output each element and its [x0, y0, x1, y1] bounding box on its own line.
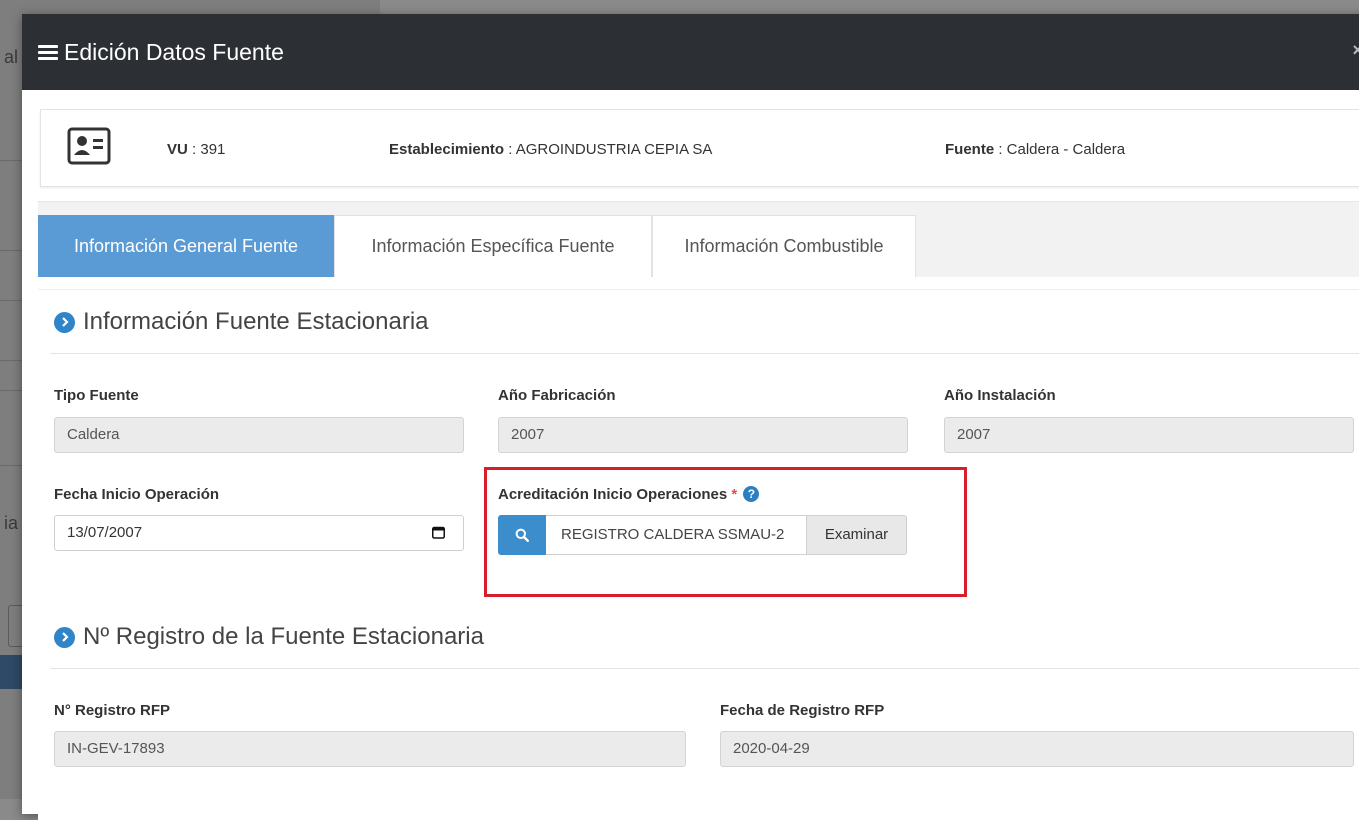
section-title-text: Información Fuente Estacionaria [83, 308, 429, 335]
fuente-info: Fuente : Caldera - Caldera [945, 141, 1125, 158]
background-blue-block [0, 655, 22, 689]
fuente-label: Fuente [945, 141, 995, 158]
background-divider [0, 465, 22, 466]
source-info-card: VU : 391 Establecimiento : AGROINDUSTRIA… [40, 109, 1359, 187]
section-title-fuente-estacionaria: Información Fuente Estacionaria [54, 308, 429, 336]
registro-rfp-field: IN-GEV-17893 [54, 731, 686, 767]
vu-label: VU [167, 141, 188, 158]
section-title-text: Nº Registro de la Fuente Estacionaria [83, 623, 484, 650]
background-divider [0, 160, 22, 161]
tab-informacion-general[interactable]: Información General Fuente [38, 215, 334, 277]
background-divider [0, 300, 22, 301]
background-text-fragment: ia [4, 513, 19, 533]
tab-informacion-especifica[interactable]: Información Específica Fuente [334, 215, 652, 277]
background-divider [0, 390, 22, 391]
establecimiento-label: Establecimiento [389, 141, 505, 158]
fecha-inicio-value: 13/07/2007 [67, 524, 143, 541]
registro-rfp-label: N° Registro RFP [54, 702, 171, 719]
vu-info: VU : 391 [167, 141, 225, 158]
section-divider [50, 668, 1359, 669]
tipo-fuente-label: Tipo Fuente [54, 387, 139, 404]
tipo-fuente-field: Caldera [54, 417, 464, 453]
section-divider [50, 353, 1359, 354]
chevron-right-icon [54, 311, 75, 333]
menu-icon [38, 42, 58, 63]
tab-bar: Información General Fuente Información E… [38, 201, 1359, 277]
fecha-registro-field: 2020-04-29 [720, 731, 1354, 767]
anio-fabricacion-field: 2007 [498, 417, 908, 453]
section-title-registro: Nº Registro de la Fuente Estacionaria [54, 623, 484, 651]
background-divider [0, 250, 22, 251]
edit-source-modal: Edición Datos Fuente × VU : 391 Establec… [22, 14, 1359, 820]
fecha-inicio-label: Fecha Inicio Operación [54, 486, 220, 503]
background-divider [0, 360, 22, 361]
modal-title: Edición Datos Fuente [64, 38, 284, 65]
vu-value: : 391 [192, 141, 226, 158]
fecha-registro-label: Fecha de Registro RFP [720, 702, 885, 719]
calendar-icon[interactable] [432, 526, 445, 539]
close-icon[interactable]: × [1352, 40, 1359, 61]
establecimiento-value: : AGROINDUSTRIA CEPIA SA [508, 141, 713, 158]
fuente-value: : Caldera - Caldera [998, 141, 1126, 158]
chevron-right-icon [54, 626, 75, 648]
anio-fabricacion-label: Año Fabricación [498, 387, 616, 404]
tab-informacion-combustible[interactable]: Información Combustible [652, 215, 916, 277]
fecha-inicio-date-input[interactable]: 13/07/2007 [54, 515, 464, 551]
anio-instalacion-field: 2007 [944, 417, 1354, 453]
anio-instalacion-label: Año Instalación [944, 387, 1056, 404]
establecimiento-info: Establecimiento : AGROINDUSTRIA CEPIA SA [389, 141, 712, 158]
modal-header: Edición Datos Fuente × [22, 14, 1359, 90]
background-input-edge [8, 605, 23, 647]
id-card-icon [67, 127, 111, 165]
background-text-fragment: al [4, 47, 19, 67]
highlight-box [484, 467, 967, 597]
